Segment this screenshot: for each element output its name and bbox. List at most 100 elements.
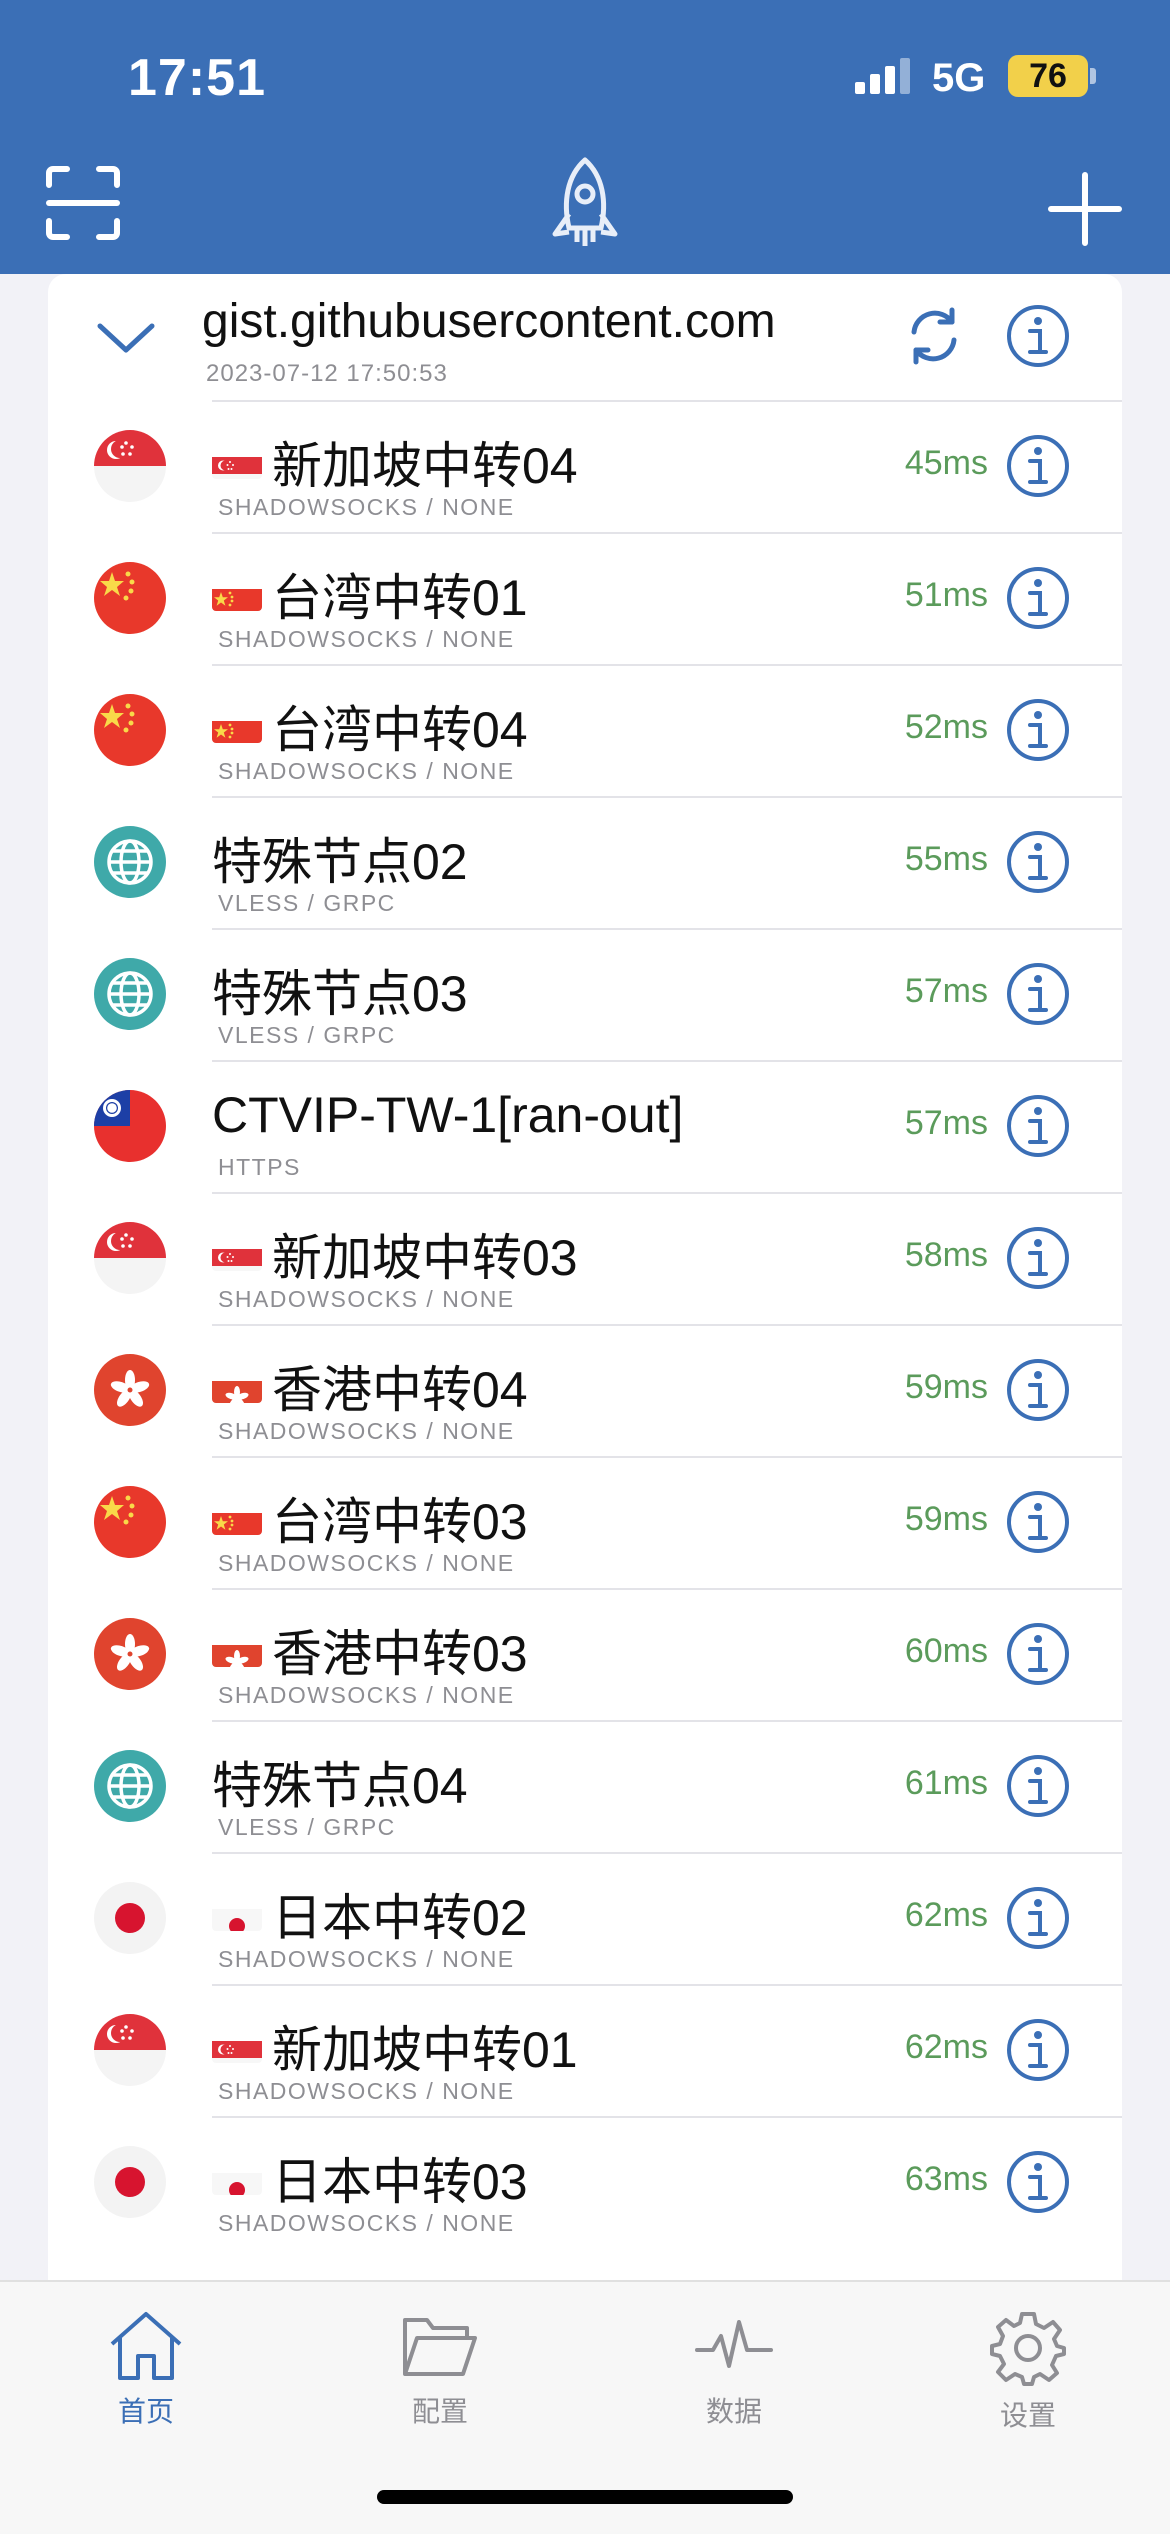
tab-data-label: 数据	[705, 2396, 762, 2427]
scan-button[interactable]	[40, 160, 126, 246]
sg-flag-emoji-icon	[212, 2029, 262, 2063]
subscription-group-header[interactable]: gist.githubusercontent.com 2023-07-12 17…	[48, 274, 1122, 400]
server-row[interactable]: 特殊节点03 VLESS / GRPC 57ms	[48, 928, 1122, 1060]
server-latency: 59ms	[904, 1368, 988, 1406]
server-latency: 61ms	[904, 1764, 988, 1802]
server-list-card: gist.githubusercontent.com 2023-07-12 17…	[48, 274, 1122, 2280]
plus-icon	[1048, 172, 1122, 246]
sg-flag-icon	[94, 2014, 166, 2086]
server-row[interactable]: 新加坡中转03 SHADOWSOCKS / NONE 58ms	[48, 1192, 1122, 1324]
logo	[540, 152, 630, 256]
server-info-icon[interactable]	[1006, 2018, 1070, 2082]
server-row[interactable]: 台湾中转03 SHADOWSOCKS / NONE 59ms	[48, 1456, 1122, 1588]
server-latency: 55ms	[904, 840, 988, 878]
server-protocol: SHADOWSOCKS / NONE	[218, 1418, 515, 1444]
server-name-text: CTVIP-TW-1[ran-out]	[212, 1087, 684, 1143]
server-name: 台湾中转03	[212, 1482, 528, 1554]
server-row[interactable]: 新加坡中转01 SHADOWSOCKS / NONE 62ms	[48, 1984, 1122, 2116]
server-row[interactable]: 特殊节点02 VLESS / GRPC 55ms	[48, 796, 1122, 928]
server-info-icon[interactable]	[1006, 962, 1070, 1026]
tab-config-label: 配置	[411, 2396, 468, 2427]
server-row[interactable]: 日本中转03 SHADOWSOCKS / NONE 63ms	[48, 2116, 1122, 2248]
server-protocol: SHADOWSOCKS / NONE	[218, 1550, 515, 1576]
server-row[interactable]: 日本中转02 SHADOWSOCKS / NONE 62ms	[48, 1852, 1122, 1984]
folder-icon	[403, 2318, 477, 2376]
tab-config[interactable]: 配置	[340, 2310, 540, 2430]
server-info-icon[interactable]	[1006, 1358, 1070, 1422]
server-name-text: 日本中转03	[272, 2154, 528, 2210]
row-divider	[212, 928, 1122, 930]
add-button[interactable]	[1042, 166, 1128, 252]
server-info-icon[interactable]	[1006, 434, 1070, 498]
hk-flag-emoji-icon	[212, 1633, 262, 1667]
server-info-icon[interactable]	[1006, 566, 1070, 630]
sg-flag-emoji-icon	[212, 1237, 262, 1271]
server-name-text: 新加坡中转04	[272, 438, 578, 494]
server-name: 台湾中转01	[212, 558, 528, 630]
chevron-down-icon[interactable]	[94, 318, 158, 358]
server-info-icon[interactable]	[1006, 1490, 1070, 1554]
server-name: 新加坡中转03	[212, 1218, 578, 1290]
server-info-icon[interactable]	[1006, 698, 1070, 762]
server-protocol: SHADOWSOCKS / NONE	[218, 626, 515, 652]
sg-flag-emoji-icon	[212, 445, 262, 479]
server-protocol: SHADOWSOCKS / NONE	[218, 494, 515, 520]
server-info-icon[interactable]	[1006, 830, 1070, 894]
server-row[interactable]: 台湾中转01 SHADOWSOCKS / NONE 51ms	[48, 532, 1122, 664]
server-latency: 57ms	[904, 972, 988, 1010]
server-info-icon[interactable]	[1006, 1886, 1070, 1950]
server-name: 香港中转03	[212, 1614, 528, 1686]
tab-data[interactable]: 数据	[634, 2310, 834, 2430]
globe-flag-icon	[94, 958, 166, 1030]
row-divider	[212, 796, 1122, 798]
server-protocol: SHADOWSOCKS / NONE	[218, 1946, 515, 1972]
server-protocol: SHADOWSOCKS / NONE	[218, 2078, 515, 2104]
row-divider	[212, 664, 1122, 666]
server-latency: 62ms	[904, 1896, 988, 1934]
row-divider	[212, 1720, 1122, 1722]
server-protocol: SHADOWSOCKS / NONE	[218, 1682, 515, 1708]
server-row[interactable]: 香港中转03 SHADOWSOCKS / NONE 60ms	[48, 1588, 1122, 1720]
globe-flag-icon	[94, 826, 166, 898]
battery-indicator: 76	[1008, 55, 1088, 97]
server-name-text: 新加坡中转03	[272, 1230, 578, 1286]
server-name-text: 新加坡中转01	[272, 2022, 578, 2078]
hk-flag-icon	[94, 1618, 166, 1690]
tab-settings[interactable]: 设置	[928, 2310, 1128, 2434]
globe-flag-icon	[94, 1750, 166, 1822]
server-name: 特殊节点04	[212, 1746, 468, 1818]
jp-flag-emoji-icon	[212, 1897, 262, 1931]
sg-flag-icon	[94, 1222, 166, 1294]
group-info-icon[interactable]	[1006, 304, 1070, 368]
server-row[interactable]: 香港中转04 SHADOWSOCKS / NONE 59ms	[48, 1324, 1122, 1456]
server-row[interactable]: CTVIP-TW-1[ran-out] HTTPS 57ms	[48, 1060, 1122, 1192]
server-info-icon[interactable]	[1006, 1226, 1070, 1290]
server-info-icon[interactable]	[1006, 1622, 1070, 1686]
server-info-icon[interactable]	[1006, 1754, 1070, 1818]
server-row[interactable]: 新加坡中转04 SHADOWSOCKS / NONE 45ms	[48, 400, 1122, 532]
row-divider	[212, 532, 1122, 534]
server-info-icon[interactable]	[1006, 1094, 1070, 1158]
sg-flag-icon	[94, 430, 166, 502]
row-divider	[212, 1060, 1122, 1062]
server-row[interactable]: 台湾中转04 SHADOWSOCKS / NONE 52ms	[48, 664, 1122, 796]
home-icon	[110, 2312, 182, 2380]
row-divider	[212, 1192, 1122, 1194]
tab-settings-label: 设置	[999, 2400, 1056, 2431]
refresh-icon[interactable]	[902, 304, 966, 368]
hk-flag-emoji-icon	[212, 1369, 262, 1403]
server-name-text: 特殊节点04	[212, 1758, 468, 1814]
row-divider	[212, 1456, 1122, 1458]
group-title: gist.githubusercontent.com	[202, 295, 776, 348]
pulse-icon	[695, 2320, 773, 2368]
server-info-icon[interactable]	[1006, 2150, 1070, 2214]
jp-flag-icon	[94, 1882, 166, 1954]
tab-home[interactable]: 首页	[46, 2310, 246, 2430]
server-name: 特殊节点03	[212, 954, 468, 1026]
server-row[interactable]: 特殊节点04 VLESS / GRPC 61ms	[48, 1720, 1122, 1852]
cn-flag-emoji-icon	[212, 709, 262, 743]
jp-flag-icon	[94, 2146, 166, 2218]
server-latency: 52ms	[904, 708, 988, 746]
group-updated-date: 2023-07-12 17:50:53	[206, 360, 448, 387]
battery-tip	[1090, 68, 1096, 84]
